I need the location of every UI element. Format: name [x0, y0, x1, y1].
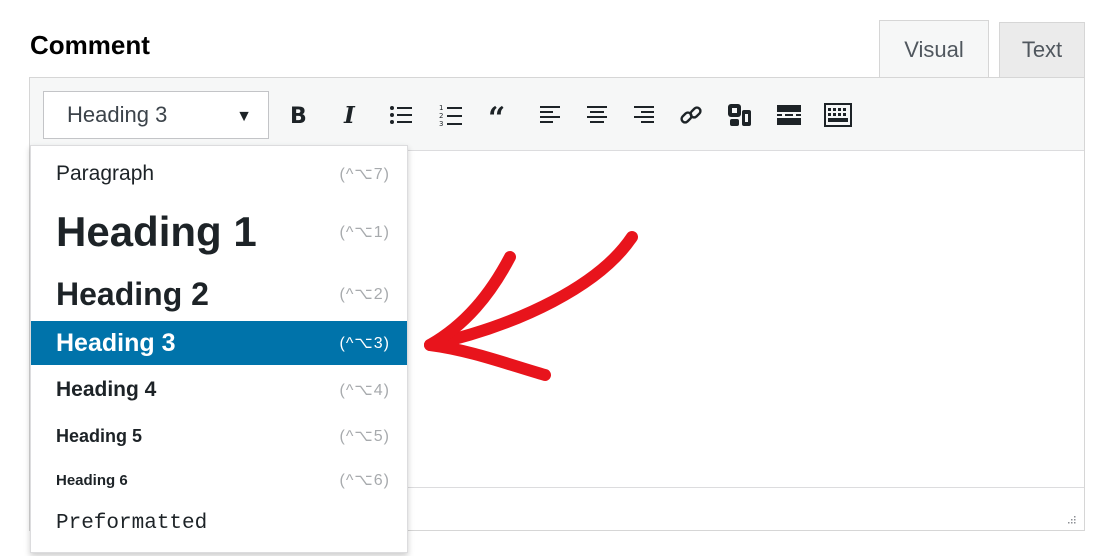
menu-item-heading-4[interactable]: Heading 4 (^⌥4) — [31, 368, 407, 412]
comment-field-label: Comment — [30, 30, 150, 60]
format-dropdown-menu: Paragraph (^⌥7) Heading 1 (^⌥1) Heading … — [30, 145, 408, 553]
menu-item-paragraph[interactable]: Paragraph (^⌥7) — [31, 153, 407, 195]
shortcut-hint: (^⌥6) — [339, 472, 390, 489]
read-more-icon[interactable] — [771, 98, 807, 132]
menu-item-heading-6[interactable]: Heading 6 (^⌥6) — [31, 459, 407, 501]
editor-toolbar: Heading 3 ▼ B I 123 “ — [30, 78, 1084, 151]
form-embed-icon[interactable] — [722, 98, 758, 132]
shortcut-hint: (^⌥1) — [339, 224, 390, 241]
format-select[interactable]: Heading 3 ▼ — [43, 91, 269, 139]
editor-tabs: Visual Text — [879, 20, 1085, 78]
blockquote-icon[interactable]: “ — [482, 98, 518, 132]
menu-item-heading-3[interactable]: Heading 3 (^⌥3) — [31, 321, 407, 365]
menu-item-preformatted[interactable]: Preformatted — [31, 502, 407, 544]
align-left-icon[interactable] — [532, 98, 568, 132]
resize-handle-icon[interactable] — [1066, 514, 1076, 524]
svg-text:3: 3 — [439, 120, 443, 127]
annotation-arrow-icon — [424, 231, 638, 381]
bulleted-list-icon[interactable] — [383, 98, 419, 132]
align-right-icon[interactable] — [626, 98, 662, 132]
shortcut-hint: (^⌥4) — [339, 382, 390, 399]
svg-text:“: “ — [488, 104, 505, 126]
tab-visual[interactable]: Visual — [879, 20, 989, 78]
shortcut-hint: (^⌥3) — [339, 335, 390, 352]
link-icon[interactable] — [673, 98, 709, 132]
italic-icon[interactable]: I — [334, 98, 370, 132]
chevron-down-icon: ▼ — [236, 108, 252, 125]
svg-text:B: B — [290, 104, 307, 128]
shortcut-hint: (^⌥2) — [339, 286, 390, 303]
shortcut-hint: (^⌥5) — [339, 428, 390, 445]
align-center-icon[interactable] — [579, 98, 615, 132]
format-select-value: Heading 3 — [67, 102, 168, 127]
svg-text:1: 1 — [439, 104, 443, 112]
numbered-list-icon[interactable]: 123 — [433, 98, 469, 132]
shortcut-hint: (^⌥7) — [339, 166, 390, 183]
menu-item-heading-1[interactable]: Heading 1 (^⌥1) — [31, 196, 407, 268]
toolbar-toggle-icon[interactable] — [820, 98, 856, 132]
menu-item-heading-2[interactable]: Heading 2 (^⌥2) — [31, 270, 407, 318]
tab-text[interactable]: Text — [999, 22, 1085, 78]
svg-text:I: I — [343, 102, 356, 128]
bold-icon[interactable]: B — [280, 98, 316, 132]
svg-text:2: 2 — [439, 112, 443, 120]
menu-item-heading-5[interactable]: Heading 5 (^⌥5) — [31, 415, 407, 457]
